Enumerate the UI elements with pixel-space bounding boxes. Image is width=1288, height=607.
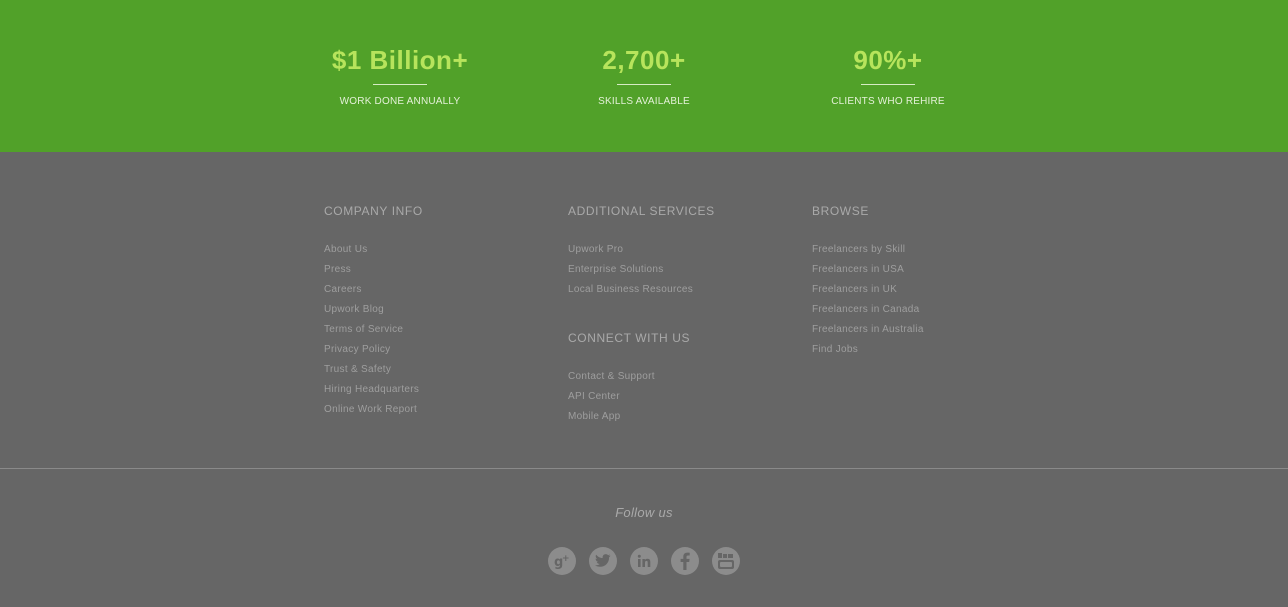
footer-column-browse: BROWSE Freelancers by Skill Freelancers … xyxy=(812,204,1042,361)
footer-link-hiring-headquarters[interactable]: Hiring Headquarters xyxy=(324,384,419,395)
footer-column-services: ADDITIONAL SERVICES Upwork Pro Enterpris… xyxy=(568,204,798,428)
additional-services-links: Upwork Pro Enterprise Solutions Local Bu… xyxy=(568,241,798,301)
footer-link-careers[interactable]: Careers xyxy=(324,284,362,295)
footer-link-about-us[interactable]: About Us xyxy=(324,244,368,255)
footer-link-online-work-report[interactable]: Online Work Report xyxy=(324,404,417,415)
twitter-icon[interactable] xyxy=(589,547,617,575)
footer-link-find-jobs[interactable]: Find Jobs xyxy=(812,344,858,355)
footer-link-freelancers-australia[interactable]: Freelancers in Australia xyxy=(812,324,924,335)
connect-links: Contact & Support API Center Mobile App xyxy=(568,368,798,428)
stat-value: 2,700+ xyxy=(602,45,686,75)
footer-column-company-info: COMPANY INFO About Us Press Careers Upwo… xyxy=(324,204,554,421)
stat-divider xyxy=(373,84,427,85)
footer-link-terms-of-service[interactable]: Terms of Service xyxy=(324,324,403,335)
stat-divider xyxy=(861,84,915,85)
additional-services-heading: ADDITIONAL SERVICES xyxy=(568,204,715,218)
stat-label: WORK DONE ANNUALLY xyxy=(339,96,461,107)
footer-link-press[interactable]: Press xyxy=(324,264,351,275)
browse-heading: BROWSE xyxy=(812,204,869,218)
connect-with-us-heading: CONNECT WITH US xyxy=(568,331,691,345)
footer-link-privacy-policy[interactable]: Privacy Policy xyxy=(324,344,390,355)
footer-link-trust-safety[interactable]: Trust & Safety xyxy=(324,364,391,375)
footer-link-api-center[interactable]: API Center xyxy=(568,391,620,402)
footer-divider xyxy=(0,468,1288,469)
stat-label: SKILLS AVAILABLE xyxy=(598,96,690,107)
stat-work-done: $1 Billion+ WORK DONE ANNUALLY xyxy=(278,44,522,108)
footer-link-mobile-app[interactable]: Mobile App xyxy=(568,411,620,422)
stat-divider xyxy=(617,84,671,85)
footer-link-freelancers-by-skill[interactable]: Freelancers by Skill xyxy=(812,244,905,255)
stats-banner: $1 Billion+ WORK DONE ANNUALLY 2,700+ SK… xyxy=(0,0,1288,152)
stat-rehire: 90%+ CLIENTS WHO REHIRE xyxy=(766,44,1010,108)
footer-link-freelancers-canada[interactable]: Freelancers in Canada xyxy=(812,304,919,315)
site-footer: COMPANY INFO About Us Press Careers Upwo… xyxy=(0,152,1288,607)
linkedin-icon[interactable] xyxy=(630,547,658,575)
social-links: g + xyxy=(548,547,740,575)
footer-link-local-business-resources[interactable]: Local Business Resources xyxy=(568,284,693,295)
browse-links: Freelancers by Skill Freelancers in USA … xyxy=(812,241,1042,361)
stat-skills: 2,700+ SKILLS AVAILABLE xyxy=(522,44,766,108)
follow-us-label: Follow us xyxy=(615,505,673,520)
footer-link-freelancers-uk[interactable]: Freelancers in UK xyxy=(812,284,897,295)
stat-value: 90%+ xyxy=(853,45,923,75)
stat-value: $1 Billion+ xyxy=(331,45,469,75)
stat-label: CLIENTS WHO REHIRE xyxy=(831,96,945,107)
facebook-icon[interactable] xyxy=(671,547,699,575)
company-info-heading: COMPANY INFO xyxy=(324,204,423,218)
svg-text:+: + xyxy=(562,554,570,564)
footer-link-contact-support[interactable]: Contact & Support xyxy=(568,371,655,382)
footer-link-upwork-blog[interactable]: Upwork Blog xyxy=(324,304,384,315)
google-plus-icon[interactable]: g + xyxy=(548,547,576,575)
company-info-links: About Us Press Careers Upwork Blog Terms… xyxy=(324,241,554,421)
footer-link-upwork-pro[interactable]: Upwork Pro xyxy=(568,244,623,255)
youtube-icon[interactable] xyxy=(712,547,740,575)
footer-link-freelancers-usa[interactable]: Freelancers in USA xyxy=(812,264,904,275)
footer-link-enterprise-solutions[interactable]: Enterprise Solutions xyxy=(568,264,664,275)
